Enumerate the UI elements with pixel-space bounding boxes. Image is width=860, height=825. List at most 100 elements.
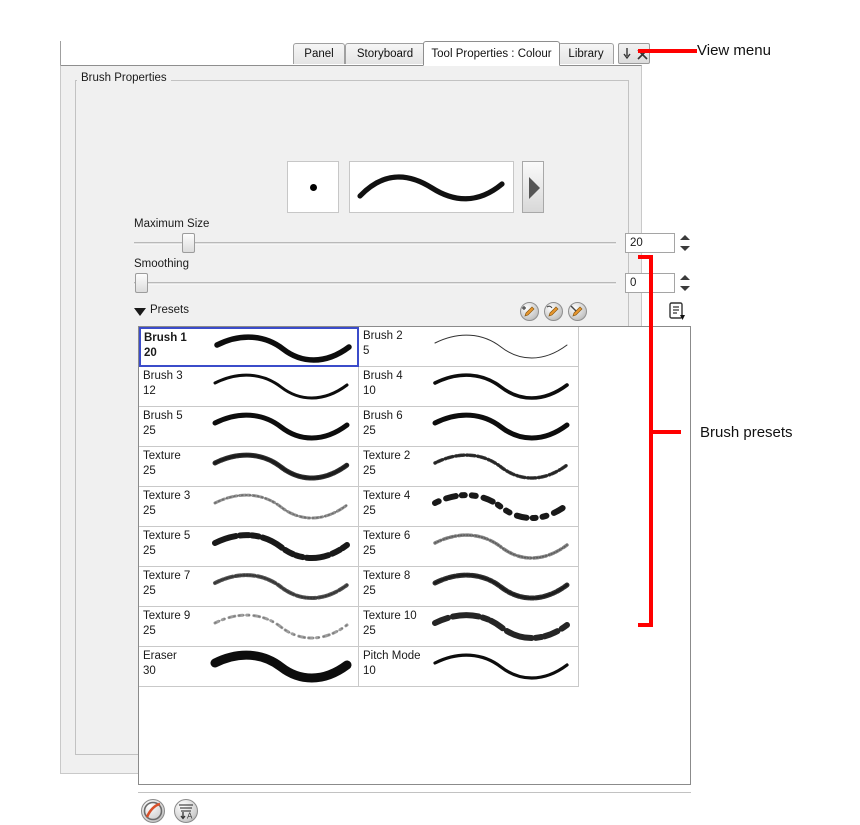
brush-preset-thumbnail bbox=[427, 329, 575, 365]
down-arrow-icon bbox=[623, 48, 632, 64]
brush-preset-item[interactable]: Texture 3 25 bbox=[139, 487, 359, 527]
brush-preset-size: 25 bbox=[363, 505, 376, 517]
preset-menu-button[interactable] bbox=[667, 301, 687, 321]
brush-preset-item[interactable]: Texture 5 25 bbox=[139, 527, 359, 567]
presets-bracket-top bbox=[638, 255, 653, 259]
brush-preset-item[interactable]: Brush 3 12 bbox=[139, 367, 359, 407]
preset-row: Texture 3 25 Texture 4 25 bbox=[139, 487, 580, 527]
maximum-size-label: Maximum Size bbox=[134, 218, 210, 230]
brush-preset-item[interactable]: Brush 5 25 bbox=[139, 407, 359, 447]
maximum-size-slider-thumb[interactable] bbox=[182, 233, 195, 253]
brush-preset-name: Brush 6 bbox=[363, 410, 403, 422]
svg-text:A: A bbox=[187, 812, 193, 821]
stepper-down-icon[interactable] bbox=[680, 246, 690, 251]
brush-preset-size: 10 bbox=[363, 665, 376, 677]
brush-preset-item[interactable]: Brush 6 25 bbox=[359, 407, 579, 447]
brush-preset-name: Brush 5 bbox=[143, 410, 183, 422]
stepper-up-icon[interactable] bbox=[680, 235, 690, 240]
brush-preset-name: Texture 7 bbox=[143, 570, 191, 582]
brush-preset-item[interactable]: Texture 9 25 bbox=[139, 607, 359, 647]
tab-library[interactable]: Library bbox=[558, 43, 614, 64]
tab-tool-properties[interactable]: Tool Properties : Colour bbox=[423, 41, 560, 66]
preset-row: Texture 7 25 Texture 8 25 bbox=[139, 567, 580, 607]
brush-preset-thumbnail bbox=[427, 529, 575, 565]
brush-preset-size: 12 bbox=[143, 385, 156, 397]
brush-preset-thumbnail bbox=[427, 569, 575, 605]
brush-preset-size: 30 bbox=[143, 665, 156, 677]
maximum-size-stepper[interactable] bbox=[679, 233, 691, 253]
brush-preset-item[interactable]: Texture 10 25 bbox=[359, 607, 579, 647]
tab-storyboard[interactable]: Storyboard bbox=[345, 43, 425, 64]
brush-preset-thumbnail bbox=[207, 449, 355, 485]
brush-preset-name: Texture 4 bbox=[363, 490, 411, 502]
tool-properties-panel: Brush Properties Maximum Size 20 Smoothi… bbox=[60, 65, 691, 823]
brush-preset-name: Texture 6 bbox=[363, 530, 411, 542]
brush-preset-size: 25 bbox=[363, 465, 376, 477]
brush-preset-name: Texture 5 bbox=[143, 530, 191, 542]
brush-preset-item[interactable]: Brush 4 10 bbox=[359, 367, 579, 407]
stepper-down-icon[interactable] bbox=[680, 286, 690, 291]
brush-preset-name: Texture 8 bbox=[363, 570, 411, 582]
brush-preset-thumbnail bbox=[427, 409, 575, 445]
disable-pen-mode-button[interactable] bbox=[141, 799, 165, 823]
brush-preset-item[interactable]: Eraser 30 bbox=[139, 647, 359, 687]
brush-preset-name: Texture 2 bbox=[363, 450, 411, 462]
brush-preset-size: 25 bbox=[143, 505, 156, 517]
brush-preset-thumbnail bbox=[207, 489, 355, 525]
stepper-up-icon[interactable] bbox=[680, 275, 690, 280]
tab-panel[interactable]: Panel bbox=[293, 43, 345, 64]
screenshot-root: Panel Storyboard Tool Properties : Colou… bbox=[0, 0, 860, 823]
brush-preset-item[interactable]: Brush 1 20 bbox=[139, 327, 359, 367]
smoothing-stepper[interactable] bbox=[679, 273, 691, 293]
delete-brush-preset-button[interactable] bbox=[568, 302, 587, 321]
brush-preset-name: Brush 1 bbox=[144, 332, 187, 344]
tab-bar: Panel Storyboard Tool Properties : Colou… bbox=[60, 41, 650, 66]
presets-callout-line bbox=[653, 430, 681, 434]
brush-preset-name: Brush 4 bbox=[363, 370, 403, 382]
brush-preset-thumbnail bbox=[427, 369, 575, 405]
brush-preset-size: 25 bbox=[143, 585, 156, 597]
preset-row: Texture 5 25 Texture 6 25 bbox=[139, 527, 580, 567]
brush-preset-item[interactable]: Texture 25 bbox=[139, 447, 359, 487]
brush-preset-item[interactable]: Texture 4 25 bbox=[359, 487, 579, 527]
brush-preset-thumbnail bbox=[207, 369, 355, 405]
smoothing-slider-thumb[interactable] bbox=[135, 273, 148, 293]
brush-preset-name: Brush 2 bbox=[363, 330, 403, 342]
brush-preset-size: 20 bbox=[144, 347, 157, 359]
brush-preset-thumbnail bbox=[427, 609, 575, 645]
brush-preset-size: 25 bbox=[143, 425, 156, 437]
annotation-brush-presets: Brush presets bbox=[696, 394, 804, 471]
brush-preset-size: 25 bbox=[363, 425, 376, 437]
brush-preset-thumbnail bbox=[207, 409, 355, 445]
maximum-size-slider-track[interactable] bbox=[134, 242, 616, 245]
view-menu-button[interactable] bbox=[618, 43, 650, 64]
brush-preset-name: Texture 3 bbox=[143, 490, 191, 502]
preset-row: Brush 1 20 Brush 2 5 bbox=[139, 327, 580, 367]
brush-preset-name: Texture 10 bbox=[363, 610, 417, 622]
sort-alphabetically-button[interactable]: A bbox=[174, 799, 198, 823]
new-brush-preset-button[interactable] bbox=[520, 302, 539, 321]
brush-preset-size: 25 bbox=[143, 545, 156, 557]
brush-preset-item[interactable]: Texture 6 25 bbox=[359, 527, 579, 567]
presets-bracket-bottom bbox=[638, 623, 653, 627]
brush-preset-item[interactable]: Texture 2 25 bbox=[359, 447, 579, 487]
expand-arrow-button[interactable] bbox=[522, 161, 544, 213]
brush-preset-size: 25 bbox=[143, 465, 156, 477]
brush-tip-dot bbox=[309, 183, 317, 191]
brush-preset-thumbnail bbox=[207, 609, 355, 645]
preset-row: Texture 25 Texture 2 25 bbox=[139, 447, 580, 487]
smoothing-slider-track[interactable] bbox=[134, 282, 616, 285]
brush-preset-thumbnail bbox=[207, 649, 355, 685]
preset-row: Brush 3 12 Brush 4 10 bbox=[139, 367, 580, 407]
brush-preset-item[interactable]: Brush 2 5 bbox=[359, 327, 579, 367]
brush-preset-item[interactable]: Pitch Mode 10 bbox=[359, 647, 579, 687]
brush-presets-list[interactable]: Brush 1 20 Brush 2 5 Brush 3 12 Brush 4 10 Brush… bbox=[138, 326, 691, 785]
presets-label: Presets bbox=[150, 304, 189, 316]
chevron-down-icon[interactable] bbox=[134, 308, 146, 316]
brush-stroke-preview bbox=[349, 161, 514, 213]
brush-preset-item[interactable]: Texture 8 25 bbox=[359, 567, 579, 607]
brush-preset-item[interactable]: Texture 7 25 bbox=[139, 567, 359, 607]
rename-brush-preset-button[interactable] bbox=[544, 302, 563, 321]
brush-preset-name: Texture bbox=[143, 450, 181, 462]
maximum-size-input[interactable]: 20 bbox=[625, 233, 675, 253]
